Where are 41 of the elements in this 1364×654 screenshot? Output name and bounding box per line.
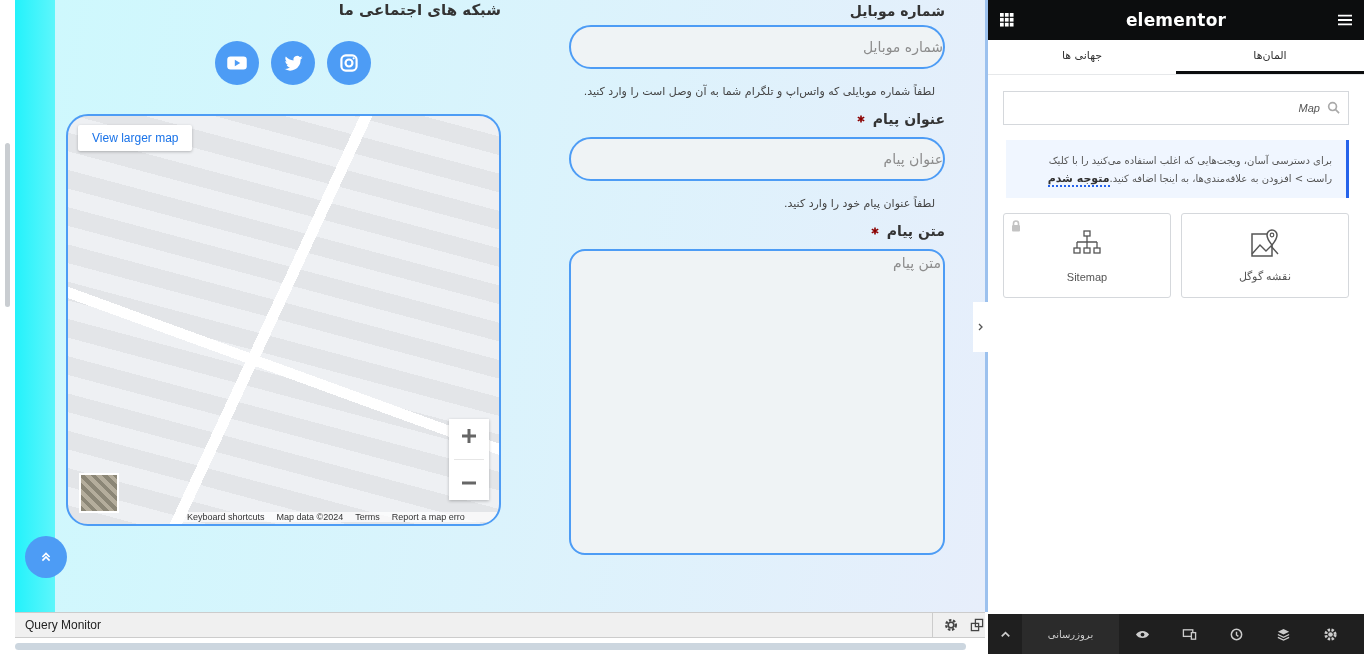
view-larger-map-button[interactable]: View larger map — [78, 125, 193, 151]
devices-icon[interactable] — [1182, 626, 1197, 642]
field-label: متن پیام — [886, 223, 945, 239]
widget-label: نقشه گوگل — [1238, 270, 1292, 283]
update-button[interactable]: بروزرسانی — [1022, 614, 1119, 654]
text-field[interactable]: شماره موبایل — [569, 25, 945, 69]
window-icon[interactable] — [969, 617, 985, 633]
scrollbar-thumb[interactable] — [5, 143, 10, 307]
section-heading: شبکه های اجتماعی ما — [338, 2, 501, 19]
attribution-link[interactable]: Report a map erro — [391, 512, 465, 522]
help-text: لطفاً عنوان پیام خود را وارد کنید. — [783, 197, 935, 210]
field-label: شماره موبایل — [849, 3, 945, 19]
widget-card[interactable]: Sitemap — [1003, 213, 1171, 298]
message-textarea[interactable]: متن پیام — [569, 249, 945, 555]
widget-card[interactable]: نقشه گوگل — [1181, 213, 1349, 298]
history-icon[interactable] — [1229, 626, 1244, 642]
youtube-icon[interactable] — [215, 41, 259, 85]
query-monitor-label[interactable]: Query Monitor — [25, 618, 102, 632]
gear-icon[interactable] — [1323, 626, 1338, 642]
brand-logo: elementor — [1125, 10, 1227, 30]
widget-label: Sitemap — [1066, 270, 1108, 283]
text-field[interactable]: عنوان پیام — [569, 137, 945, 181]
attribution-link[interactable]: Map data ©2024 — [276, 512, 344, 522]
field-label: عنوان پیام — [872, 111, 945, 127]
layers-icon[interactable] — [1276, 626, 1291, 642]
map-placeholder[interactable]: View larger map Keyboard shortcuts Map data ©2024 Terms Report a map erro — [66, 114, 501, 526]
dismiss-link[interactable]: متوجه شدم — [1047, 172, 1110, 187]
map-pin-icon — [1250, 228, 1280, 258]
widget-search-field[interactable]: Map — [1003, 91, 1349, 125]
search-icon — [1327, 101, 1340, 114]
menu-icon[interactable] — [1338, 13, 1352, 27]
help-text: لطفاً شماره موبایلی که واتس‌اپ و تلگرام شما به آن وصل است را وارد کنید. — [582, 85, 935, 98]
horizontal-scrollbar[interactable] — [15, 643, 966, 650]
attribution-link[interactable]: Keyboard shortcuts — [187, 512, 265, 522]
instagram-icon[interactable] — [327, 41, 371, 85]
attribution-link[interactable]: Terms — [355, 512, 380, 522]
grid-icon[interactable] — [1000, 13, 1014, 27]
satellite-thumbnail[interactable] — [79, 473, 119, 513]
twitter-icon[interactable] — [271, 41, 315, 85]
gear-icon[interactable] — [943, 617, 959, 633]
notice-text: برای دسترسی آسان، ویجت‌هایی که اغلب استفاده می‌کنید را با کلیک راست > افزودن به علاقه‌مندی‌ها، به اینجا اضافه کنید.متوجه شدم — [1046, 153, 1332, 188]
